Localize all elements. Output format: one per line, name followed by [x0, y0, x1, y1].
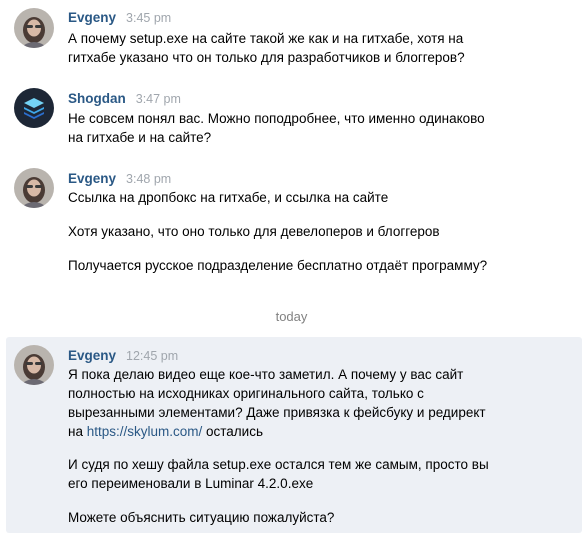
avatar-shogdan[interactable]: [14, 88, 54, 128]
avatar-evgeny[interactable]: [14, 168, 54, 208]
message-text-line: на гитхабе и на сайте?: [68, 130, 212, 145]
date-divider: today: [275, 309, 308, 324]
message-time[interactable]: 3:48 pm: [126, 172, 171, 186]
message-text-line: Хотя указано, что оно только для девелоп…: [68, 224, 440, 239]
message-text-line: И судя по хешу файла setup.exe остался т…: [68, 457, 489, 472]
message-text-line-with-link: на https://skylum.com/ остались: [68, 423, 263, 441]
author-name[interactable]: Evgeny: [68, 171, 116, 186]
message-text-line: вырезанными элементами? Даже привязка к …: [68, 405, 486, 420]
message-text-line: Не совсем понял вас. Можно поподробнее, …: [68, 111, 485, 126]
avatar-evgeny[interactable]: [14, 8, 54, 48]
message-text-line: гитхабе указано что он только для разраб…: [68, 50, 465, 65]
author-name[interactable]: Evgeny: [68, 348, 116, 363]
message-text-line: полностью на исходниках оригинального са…: [68, 386, 424, 401]
user-photo-icon: [14, 8, 54, 48]
text-fragment: остались: [202, 424, 263, 439]
text-fragment: на: [68, 424, 87, 439]
message-time[interactable]: 3:47 pm: [136, 92, 181, 106]
user-photo-icon: [14, 345, 54, 385]
message-text-line: Можете объяснить ситуацию пожалуйста?: [68, 510, 335, 525]
layers-logo-icon: [14, 88, 54, 128]
message-text-line: Получается русское подразделение бесплат…: [68, 258, 488, 273]
author-name[interactable]: Evgeny: [68, 10, 116, 25]
message-time[interactable]: 3:45 pm: [126, 11, 171, 25]
message-text-line: Я пока делаю видео еще кое-что заметил. …: [68, 367, 464, 382]
message-text-line: А почему setup.exe на сайте такой же как…: [68, 31, 464, 46]
skylum-link[interactable]: https://skylum.com/: [87, 424, 203, 439]
author-name[interactable]: Shogdan: [68, 91, 126, 106]
user-photo-icon: [14, 168, 54, 208]
message-text-line: Ссылка на дропбокс на гитхабе, и ссылка …: [68, 190, 389, 205]
avatar-evgeny[interactable]: [14, 345, 54, 385]
message-text-line: его переименовали в Luminar 4.2.0.exe: [68, 476, 314, 491]
message-time[interactable]: 12:45 pm: [126, 349, 178, 363]
